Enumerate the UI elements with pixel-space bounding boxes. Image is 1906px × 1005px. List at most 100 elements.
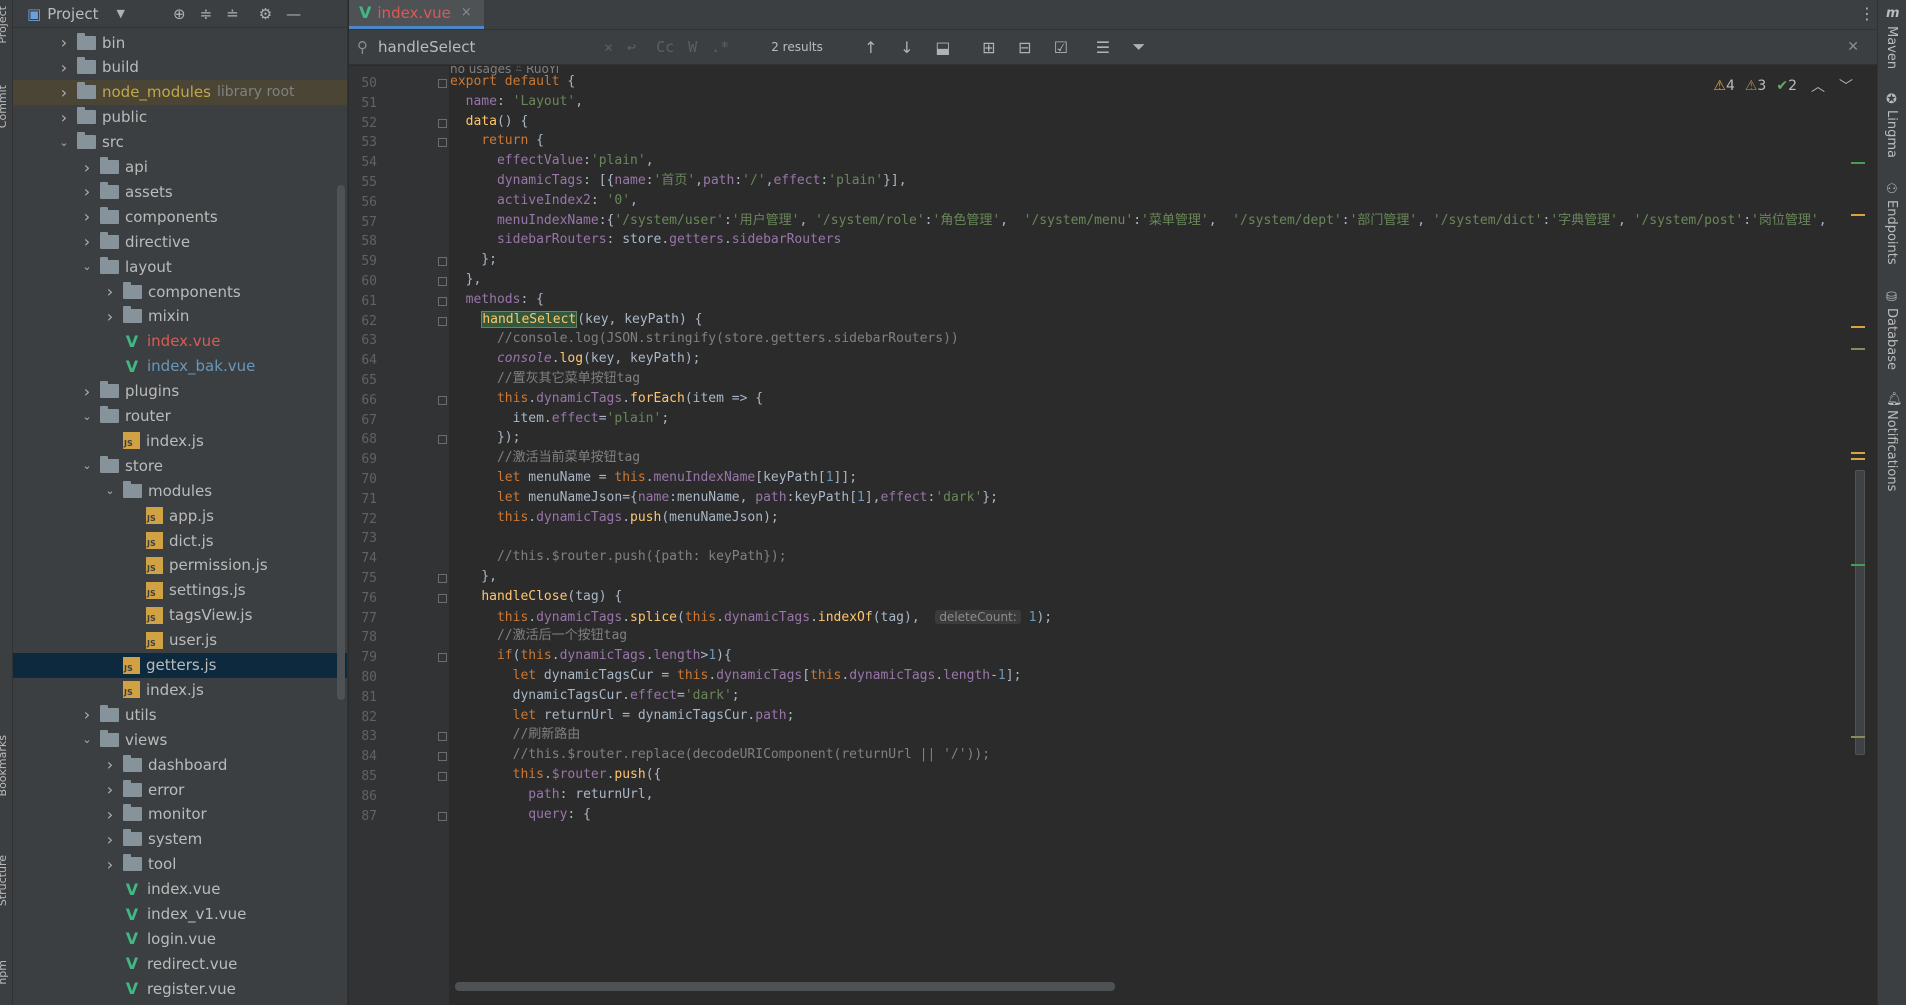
chevron-right-icon[interactable]: ›: [103, 805, 117, 824]
chevron-down-icon[interactable]: ⌄: [103, 484, 117, 497]
error-stripe-marker[interactable]: [1851, 326, 1865, 328]
filter-lines-icon[interactable]: ☰: [1095, 38, 1111, 57]
code-line[interactable]: //this.$router.push({path: keyPath});: [450, 545, 787, 569]
tool-tab-lingma[interactable]: Lingma: [1884, 110, 1899, 158]
fold-marker-icon[interactable]: [438, 296, 447, 306]
tree-item-router[interactable]: ⌄ router: [13, 404, 347, 429]
fold-marker-icon[interactable]: [438, 752, 447, 762]
tree-item-login-vue[interactable]: Vlogin.vue: [13, 926, 347, 951]
tab-index-vue[interactable]: V index.vue ×: [349, 0, 484, 29]
search-input[interactable]: handleSelect: [378, 38, 604, 56]
chevron-down-icon[interactable]: ▼: [117, 7, 125, 20]
tool-tab-structure[interactable]: Structure: [0, 855, 9, 906]
fold-marker-icon[interactable]: [438, 593, 447, 603]
chevron-right-icon[interactable]: ›: [103, 755, 117, 774]
chevron-right-icon[interactable]: ›: [80, 382, 94, 401]
select-all-occurrences-icon[interactable]: ☑: [1053, 38, 1069, 57]
fold-marker-icon[interactable]: [438, 257, 447, 267]
tree-item-system[interactable]: › system: [13, 827, 347, 852]
chevron-right-icon[interactable]: ›: [103, 780, 117, 799]
chevron-down-icon[interactable]: ⌄: [80, 459, 94, 472]
arrow-up-icon[interactable]: ↑: [863, 38, 879, 57]
error-stripe-marker[interactable]: [1851, 348, 1865, 350]
chevron-down-icon[interactable]: ⌄: [80, 733, 94, 746]
code-area[interactable]: 50 51 52 53 54 55 56 57 58 59 60 61 62 63 64 65 66 67 68 69…: [349, 66, 1877, 1005]
close-find-icon[interactable]: ✕: [1847, 39, 1859, 55]
chevron-right-icon[interactable]: ›: [103, 855, 117, 874]
fold-marker-icon[interactable]: [438, 118, 447, 128]
tree-item-build[interactable]: › build: [13, 55, 347, 80]
tree-item-dashboard[interactable]: › dashboard: [13, 752, 347, 777]
tree-item-index-js[interactable]: JS index.js: [13, 428, 347, 453]
chevron-right-icon[interactable]: ›: [57, 33, 71, 52]
chevron-right-icon[interactable]: ›: [80, 182, 94, 201]
tree-item-permission-js[interactable]: JS permission.js: [13, 553, 347, 578]
tree-item-bin[interactable]: › bin: [13, 30, 347, 55]
remove-occurrence-icon[interactable]: ⊟: [1017, 38, 1033, 57]
tree-item-monitor[interactable]: › monitor: [13, 802, 347, 827]
error-stripe-marker[interactable]: [1851, 458, 1865, 460]
fold-marker-icon[interactable]: [438, 316, 447, 326]
match-case-button[interactable]: Cc: [656, 38, 674, 56]
chevron-down-icon[interactable]: ⌄: [57, 136, 71, 149]
chevron-right-icon[interactable]: ›: [57, 83, 71, 102]
tool-tab-notifications[interactable]: Notifications: [1884, 410, 1899, 491]
chevron-right-icon[interactable]: ›: [80, 207, 94, 226]
tree-item-index-vue[interactable]: Vindex.vue: [13, 877, 347, 902]
tree-item-error[interactable]: › error: [13, 777, 347, 802]
tool-tab-maven[interactable]: Maven: [1884, 26, 1899, 69]
fold-marker-icon[interactable]: [438, 772, 447, 781]
error-stripe-marker[interactable]: [1851, 736, 1865, 738]
error-stripe-marker[interactable]: [1851, 564, 1865, 566]
tree-item-plugins[interactable]: › plugins: [13, 379, 347, 404]
chevron-right-icon[interactable]: ›: [103, 282, 117, 301]
chevron-right-icon[interactable]: ›: [80, 705, 94, 724]
tree-item-modules[interactable]: ⌄ modules: [13, 478, 347, 503]
arrow-down-icon[interactable]: ↓: [899, 38, 915, 57]
tree-item-index-js[interactable]: JS index.js: [13, 677, 347, 702]
code-line[interactable]: query: {: [450, 803, 591, 827]
fold-marker-icon[interactable]: [438, 138, 447, 148]
code-line[interactable]: sidebarRouters: store.getters.sidebarRou…: [450, 228, 841, 252]
collapse-all-icon[interactable]: ≐: [226, 5, 239, 23]
tree-item-views[interactable]: ⌄ views: [13, 727, 347, 752]
vertical-scrollbar[interactable]: [1855, 470, 1865, 755]
chevron-right-icon[interactable]: ›: [80, 232, 94, 251]
more-options-icon[interactable]: ⋮: [1859, 4, 1875, 23]
project-title[interactable]: Project: [47, 5, 98, 23]
fold-marker-icon[interactable]: [438, 732, 447, 742]
tree-item-layout[interactable]: ⌄ layout: [13, 254, 347, 279]
add-occurrence-icon[interactable]: ⊞: [981, 38, 997, 57]
tool-tab-bookmarks[interactable]: Bookmarks: [0, 735, 9, 796]
code-line[interactable]: this.dynamicTags.push(menuNameJson);: [450, 506, 779, 530]
fold-marker-icon[interactable]: [438, 277, 447, 286]
expand-all-icon[interactable]: ≑: [200, 5, 213, 23]
chevron-right-icon[interactable]: ›: [103, 307, 117, 326]
fold-marker-icon[interactable]: [438, 435, 447, 445]
chevron-up-icon[interactable]: ︿: [1811, 76, 1825, 96]
tool-tab-endpoints[interactable]: Endpoints: [1884, 200, 1899, 265]
error-stripe-marker[interactable]: [1851, 452, 1865, 454]
chevron-right-icon[interactable]: ›: [103, 830, 117, 849]
chevron-down-icon[interactable]: ⌄: [80, 260, 94, 273]
whole-word-button[interactable]: W: [688, 38, 697, 56]
tree-item-tagsview-js[interactable]: JS tagsView.js: [13, 603, 347, 628]
tree-item-assets[interactable]: › assets: [13, 179, 347, 204]
tree-item-redirect-vue[interactable]: Vredirect.vue: [13, 951, 347, 976]
newline-icon[interactable]: ↩: [627, 38, 636, 56]
tree-item-index-bak-vue[interactable]: Vindex_bak.vue: [13, 354, 347, 379]
error-stripe-marker[interactable]: [1851, 162, 1865, 164]
fold-marker-icon[interactable]: [438, 574, 447, 583]
tree-item-mixin[interactable]: › mixin: [13, 304, 347, 329]
tree-item-src[interactable]: ⌄ src: [13, 130, 347, 155]
tree-item-settings-js[interactable]: JS settings.js: [13, 578, 347, 603]
tree-item-index-v1-vue[interactable]: Vindex_v1.vue: [13, 902, 347, 927]
chevron-down-icon[interactable]: ﹀: [1839, 76, 1853, 96]
tree-item-user-js[interactable]: JS user.js: [13, 628, 347, 653]
tool-tab-database[interactable]: Database: [1884, 308, 1899, 370]
tree-item-api[interactable]: › api: [13, 155, 347, 180]
fold-marker-icon[interactable]: [438, 811, 447, 821]
chevron-right-icon[interactable]: ›: [57, 108, 71, 127]
tree-item-getters-js[interactable]: JS getters.js: [13, 652, 347, 678]
tree-item-app-js[interactable]: JS app.js: [13, 503, 347, 528]
